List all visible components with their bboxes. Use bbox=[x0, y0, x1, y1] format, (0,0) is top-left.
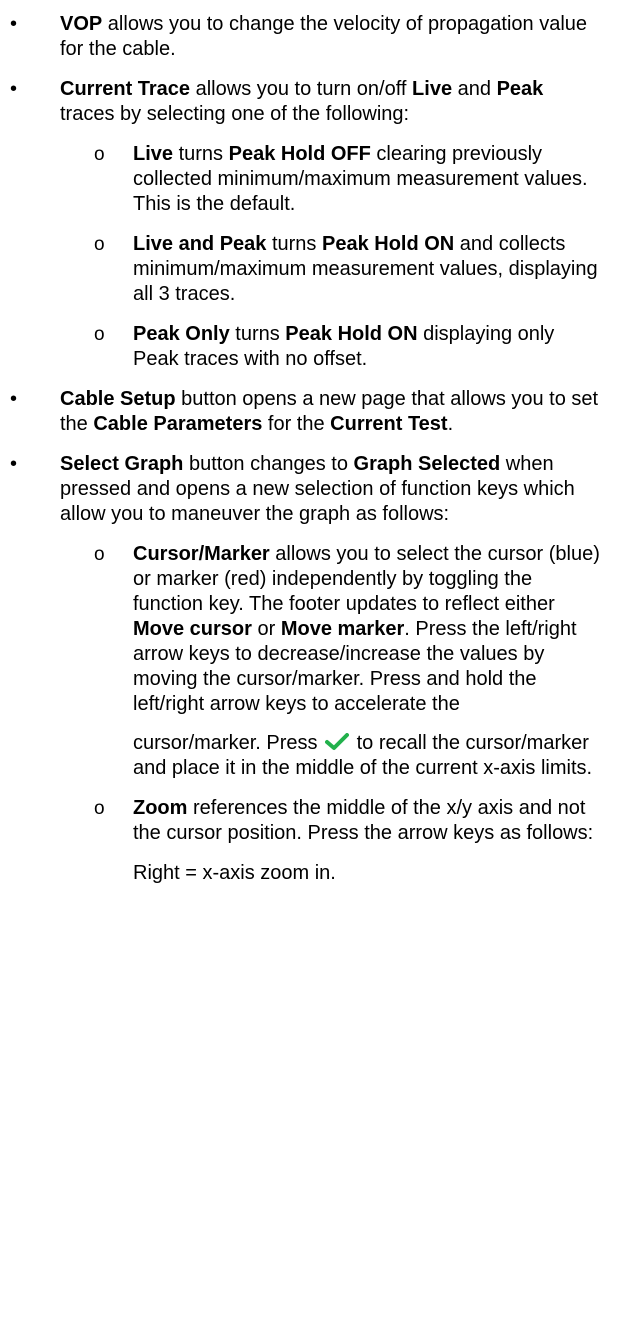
term-cable-parameters: Cable Parameters bbox=[93, 413, 263, 435]
term-live: Live bbox=[412, 78, 453, 100]
sub-item-peak-only: o Peak Only turns Peak Hold ON displayin… bbox=[0, 322, 603, 372]
text: . bbox=[447, 413, 454, 435]
list-item-cable-setup: • Cable Setup button opens a new page th… bbox=[0, 387, 600, 437]
sub-item-zoom: o Zoom references the middle of the x/y … bbox=[0, 796, 603, 846]
text: turns bbox=[266, 233, 322, 255]
term-graph-selected: Graph Selected bbox=[353, 453, 501, 475]
bullet-icon: • bbox=[10, 78, 18, 100]
term-select-graph: Select Graph bbox=[60, 453, 184, 475]
text: Right = x-axis zoom in. bbox=[133, 862, 336, 884]
sub-bullet-icon: o bbox=[94, 144, 105, 165]
cursor-marker-continuation: cursor/marker. Press to recall the curso… bbox=[0, 731, 603, 781]
term-vop: VOP bbox=[60, 13, 103, 35]
term-cursor-marker: Cursor/Marker bbox=[133, 543, 270, 565]
term-current-test: Current Test bbox=[330, 413, 448, 435]
document-page: • VOP allows you to change the velocity … bbox=[0, 12, 618, 886]
term-zoom: Zoom bbox=[133, 797, 188, 819]
text: turns bbox=[173, 143, 229, 165]
list-item-select-graph: • Select Graph button changes to Graph S… bbox=[0, 452, 600, 527]
checkmark-icon bbox=[325, 733, 350, 750]
sub-item-cursor-marker: o Cursor/Marker allows you to select the… bbox=[0, 542, 603, 717]
sub-item-live: o Live turns Peak Hold OFF clearing prev… bbox=[0, 142, 603, 217]
term-peak-only: Peak Only bbox=[133, 323, 230, 345]
text: button changes to bbox=[183, 453, 354, 475]
zoom-right-line: Right = x-axis zoom in. bbox=[0, 861, 603, 886]
term-live-and-peak: Live and Peak bbox=[133, 233, 267, 255]
vop-description: allows you to change the velocity of pro… bbox=[60, 13, 588, 60]
term-peak: Peak bbox=[496, 78, 544, 100]
term-live: Live bbox=[133, 143, 174, 165]
text: cursor/marker. Press bbox=[133, 732, 324, 754]
term-cable-setup: Cable Setup bbox=[60, 388, 176, 410]
text: turns bbox=[229, 323, 286, 345]
list-item-vop: • VOP allows you to change the velocity … bbox=[0, 12, 600, 62]
text: and bbox=[452, 78, 497, 100]
sub-item-live-and-peak: o Live and Peak turns Peak Hold ON and c… bbox=[0, 232, 603, 307]
sub-bullet-icon: o bbox=[94, 234, 105, 255]
bullet-icon: • bbox=[10, 453, 18, 475]
text: for the bbox=[262, 413, 331, 435]
sub-bullet-icon: o bbox=[94, 798, 105, 819]
term-move-cursor: Move cursor bbox=[133, 618, 252, 640]
term-move-marker: Move marker bbox=[280, 618, 405, 640]
sub-bullet-icon: o bbox=[94, 544, 105, 565]
text: or bbox=[251, 618, 281, 640]
sub-bullet-icon: o bbox=[94, 324, 105, 345]
term-peak-hold-on: Peak Hold ON bbox=[285, 323, 418, 345]
bullet-icon: • bbox=[10, 13, 18, 35]
list-item-current-trace: • Current Trace allows you to turn on/of… bbox=[0, 77, 600, 127]
text: traces by selecting one of the following… bbox=[60, 103, 410, 125]
text: references the middle of the x/y axis an… bbox=[133, 797, 594, 844]
term-peak-hold-off: Peak Hold OFF bbox=[228, 143, 371, 165]
text: allows you to turn on/off bbox=[190, 78, 413, 100]
term-peak-hold-on: Peak Hold ON bbox=[321, 233, 455, 255]
term-current-trace: Current Trace bbox=[60, 78, 191, 100]
bullet-icon: • bbox=[10, 388, 18, 410]
